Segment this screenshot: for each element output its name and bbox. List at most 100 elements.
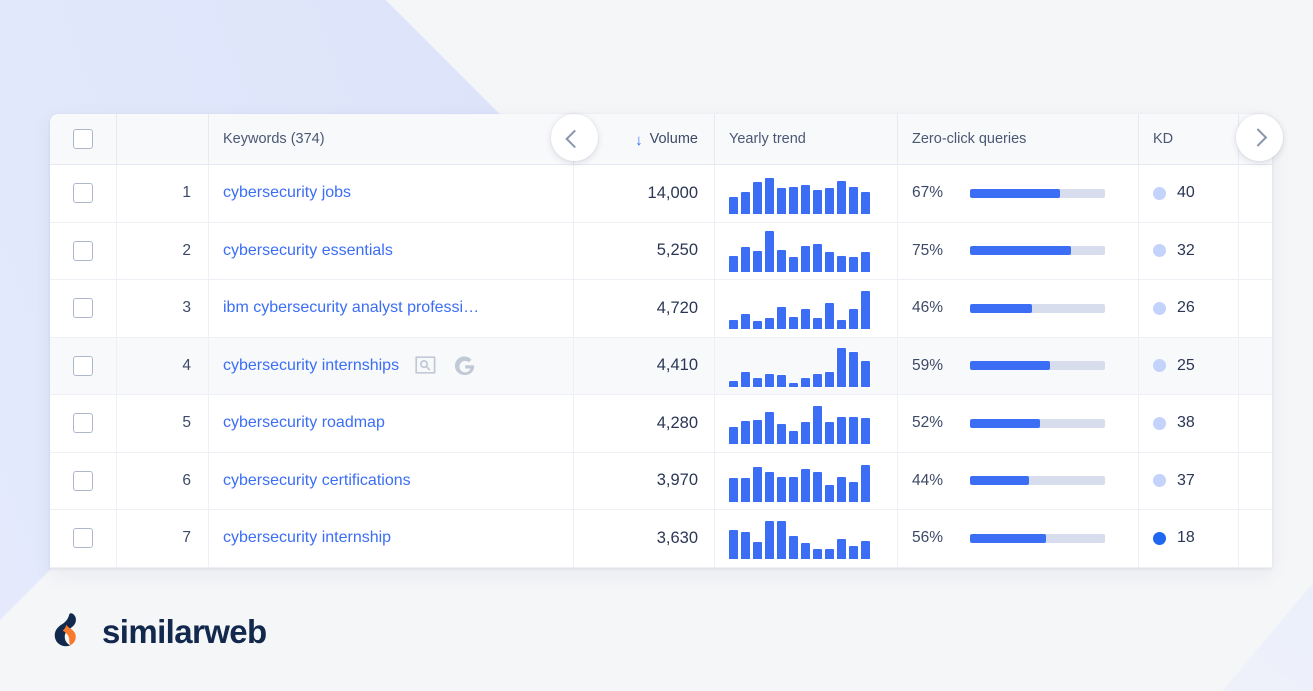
zero-click-progress-track <box>970 246 1105 255</box>
row-keyword-cell: cybersecurity jobs <box>209 165 574 222</box>
trend-bar <box>753 420 762 444</box>
row-checkbox[interactable] <box>73 241 93 261</box>
kd-value: 32 <box>1177 242 1195 260</box>
row-checkbox[interactable] <box>73 528 93 548</box>
keyword-link[interactable]: cybersecurity internships <box>223 357 399 375</box>
header-yearly-trend-cell[interactable]: Yearly trend <box>715 114 898 164</box>
google-g-icon[interactable] <box>455 356 475 376</box>
row-spacer-cell <box>1239 165 1272 222</box>
row-spacer-cell <box>1239 338 1272 395</box>
trend-bar <box>777 188 786 214</box>
trend-bar <box>765 472 774 501</box>
select-all-checkbox[interactable] <box>73 129 93 149</box>
row-checkbox[interactable] <box>73 298 93 318</box>
row-checkbox[interactable] <box>73 356 93 376</box>
row-kd: 18 <box>1139 510 1239 567</box>
zero-click-percent: 67% <box>912 184 956 202</box>
row-rank: 5 <box>117 395 209 452</box>
serp-preview-icon[interactable] <box>415 356 436 375</box>
trend-bar <box>789 383 798 387</box>
trend-bar <box>861 192 870 215</box>
trend-bar <box>789 431 798 444</box>
header-kd-cell[interactable]: KD <box>1139 114 1239 164</box>
trend-bar <box>801 543 810 559</box>
row-select-cell[interactable] <box>50 395 117 452</box>
row-yearly-trend <box>715 395 898 452</box>
trend-bar <box>777 424 786 444</box>
trend-bar <box>741 478 750 502</box>
row-volume: 3,970 <box>574 453 715 510</box>
row-select-cell[interactable] <box>50 223 117 280</box>
row-zero-click: 56% <box>898 510 1139 567</box>
trend-bar <box>729 381 738 387</box>
row-zero-click: 67% <box>898 165 1139 222</box>
trend-bar <box>765 231 774 271</box>
zero-click-progress-fill <box>970 476 1029 485</box>
header-keywords-cell[interactable]: Keywords (374) <box>209 114 574 164</box>
zero-click-progress-fill <box>970 304 1032 313</box>
keyword-link[interactable]: cybersecurity jobs <box>223 184 351 202</box>
keyword-link[interactable]: cybersecurity internship <box>223 529 391 547</box>
table-row[interactable]: 3ibm cybersecurity analyst professi…4,72… <box>50 280 1272 338</box>
zero-click-progress-fill <box>970 361 1050 370</box>
trend-bar <box>789 257 798 272</box>
row-select-cell[interactable] <box>50 280 117 337</box>
trend-sparkline <box>729 172 870 214</box>
table-header-row: Keywords (374) ↓ Volume Yearly trend Zer… <box>50 114 1272 165</box>
trend-bar <box>849 546 858 559</box>
keyword-link[interactable]: cybersecurity essentials <box>223 242 393 260</box>
row-checkbox[interactable] <box>73 471 93 491</box>
row-checkbox[interactable] <box>73 413 93 433</box>
row-select-cell[interactable] <box>50 165 117 222</box>
keyword-link[interactable]: ibm cybersecurity analyst professi… <box>223 299 479 317</box>
table-row[interactable]: 2cybersecurity essentials5,25075%32 <box>50 223 1272 281</box>
trend-bar <box>801 469 810 502</box>
row-volume: 4,720 <box>574 280 715 337</box>
table-row[interactable]: 1cybersecurity jobs14,00067%40 <box>50 165 1272 223</box>
row-select-cell[interactable] <box>50 453 117 510</box>
kd-value: 37 <box>1177 472 1195 490</box>
trend-bar <box>825 252 834 272</box>
table-row[interactable]: 7cybersecurity internship3,63056%18 <box>50 510 1272 568</box>
row-checkbox[interactable] <box>73 183 93 203</box>
header-select-all-cell[interactable] <box>50 114 117 164</box>
trend-bar <box>801 422 810 444</box>
scroll-right-button[interactable] <box>1236 114 1283 161</box>
keyword-link[interactable]: cybersecurity certifications <box>223 472 411 490</box>
kd-level-dot-icon <box>1153 187 1166 200</box>
trend-bar <box>765 374 774 387</box>
table-row[interactable]: 5cybersecurity roadmap4,28052%38 <box>50 395 1272 453</box>
trend-bar <box>765 178 774 214</box>
similarweb-wordmark: similarweb <box>102 615 267 648</box>
trend-bar <box>777 521 786 560</box>
kd-value: 26 <box>1177 299 1195 317</box>
kd-level-dot-icon <box>1153 474 1166 487</box>
scroll-left-button[interactable] <box>551 114 598 161</box>
kd-value: 18 <box>1177 529 1195 547</box>
zero-click-percent: 52% <box>912 414 956 432</box>
trend-bar <box>861 361 870 387</box>
trend-bar <box>813 244 822 272</box>
header-zero-click-cell[interactable]: Zero-click queries <box>898 114 1139 164</box>
row-keyword-cell: cybersecurity roadmap <box>209 395 574 452</box>
trend-bar <box>861 291 870 329</box>
trend-bar <box>861 541 870 559</box>
trend-bar <box>777 375 786 387</box>
zero-click-progress-track <box>970 361 1105 370</box>
row-select-cell[interactable] <box>50 338 117 395</box>
row-select-cell[interactable] <box>50 510 117 567</box>
trend-bar <box>849 309 858 329</box>
row-spacer-cell <box>1239 280 1272 337</box>
header-yearly-trend-label: Yearly trend <box>729 131 806 147</box>
row-spacer-cell <box>1239 223 1272 280</box>
trend-bar <box>849 257 858 271</box>
table-row[interactable]: 4cybersecurity internships4,41059%25 <box>50 338 1272 396</box>
zero-click-progress-fill <box>970 246 1071 255</box>
trend-sparkline <box>729 287 870 329</box>
row-spacer-cell <box>1239 510 1272 567</box>
row-volume: 4,410 <box>574 338 715 395</box>
header-volume-label: Volume <box>650 131 698 147</box>
table-row[interactable]: 6cybersecurity certifications3,97044%37 <box>50 453 1272 511</box>
row-rank: 1 <box>117 165 209 222</box>
keyword-link[interactable]: cybersecurity roadmap <box>223 414 385 432</box>
